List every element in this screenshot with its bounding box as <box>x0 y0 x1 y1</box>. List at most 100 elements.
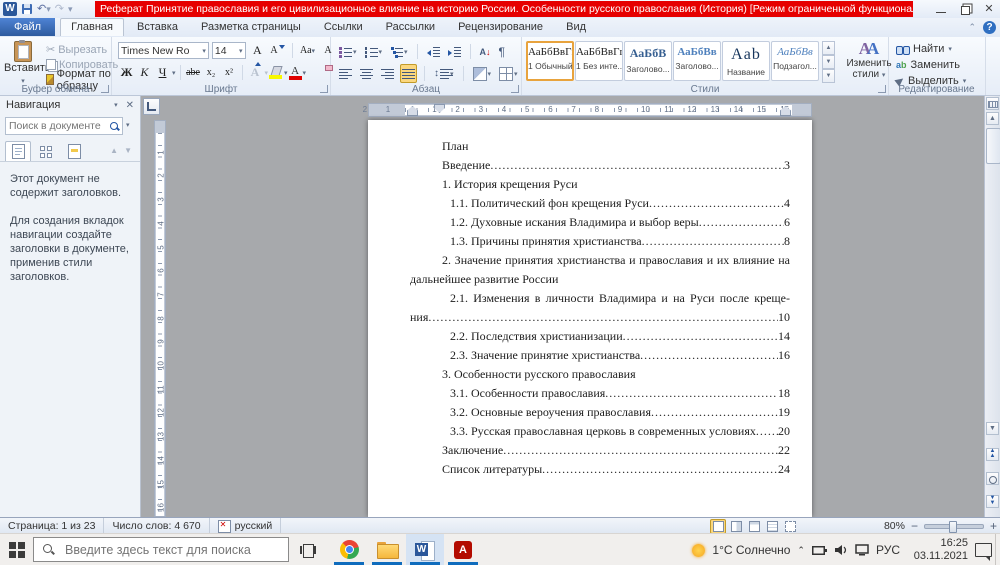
word-count[interactable]: Число слов: 4 670 <box>104 518 209 534</box>
close-button[interactable]: ✕ <box>982 3 996 15</box>
draft-view-icon[interactable] <box>782 519 798 534</box>
nav-tab-pages[interactable] <box>33 141 59 162</box>
styles-scroll-up-icon[interactable]: ▲ <box>822 41 835 55</box>
zoom-in-icon[interactable]: + <box>990 520 997 532</box>
highlight-caret-icon[interactable]: ▾ <box>284 69 288 77</box>
zoom-slider-thumb[interactable] <box>949 521 957 533</box>
underline-caret-icon[interactable]: ▾ <box>172 69 176 77</box>
subscript-button[interactable]: x₂ <box>203 64 220 81</box>
style-card-heading1[interactable]: АаБбВ Заголово... <box>624 41 672 81</box>
browse-object-icon[interactable] <box>986 472 999 485</box>
multilevel-list-button[interactable]: ▾ <box>388 42 410 61</box>
nav-next-icon[interactable]: ▼ <box>124 146 132 155</box>
strikethrough-button[interactable]: abe <box>185 64 202 81</box>
print-layout-view-icon[interactable] <box>710 519 726 534</box>
font-size-select[interactable]: 14▾ <box>212 42 246 59</box>
shading-button[interactable]: ▾ <box>471 64 494 83</box>
taskbar-search-input[interactable] <box>63 542 280 558</box>
next-page-icon[interactable]: ▼▼ <box>986 495 999 508</box>
scroll-up-icon[interactable]: ▲ <box>986 112 999 125</box>
tab-view[interactable]: Вид <box>556 18 596 35</box>
nav-prev-icon[interactable]: ▲ <box>110 146 118 155</box>
network-icon[interactable] <box>855 544 869 556</box>
taskbar-explorer[interactable] <box>368 534 406 565</box>
navigation-menu-icon[interactable]: ▾ <box>114 101 118 109</box>
tab-home[interactable]: Главная <box>60 18 124 36</box>
minimize-ribbon-icon[interactable]: ⌃ <box>968 22 976 33</box>
highlight-button[interactable] <box>269 65 283 80</box>
clipboard-dialog-launcher-icon[interactable] <box>101 85 109 93</box>
cut-button[interactable]: ✂Вырезать <box>44 42 120 57</box>
word-logo-icon[interactable]: W <box>3 2 17 16</box>
zoom-slider[interactable] <box>924 524 984 529</box>
nav-tab-results[interactable] <box>61 141 87 162</box>
align-right-button[interactable] <box>379 64 396 83</box>
bullets-button[interactable]: ▾ <box>337 42 359 61</box>
zoom-out-icon[interactable]: − <box>911 520 918 532</box>
style-card-heading2[interactable]: АаБбВв Заголово... <box>673 41 721 81</box>
tab-mailings[interactable]: Рассылки <box>376 18 445 35</box>
style-card-title[interactable]: Аab Название <box>722 41 770 81</box>
paste-button[interactable]: Вставить ▾ <box>4 41 42 89</box>
find-button[interactable]: Найти▾ <box>896 43 952 55</box>
line-spacing-button[interactable]: ↕▾ <box>432 64 456 83</box>
change-case-button[interactable]: Аа▾ <box>299 42 316 59</box>
tab-stop-selector[interactable] <box>143 98 160 115</box>
web-layout-view-icon[interactable] <box>746 519 762 534</box>
decrease-indent-button[interactable] <box>425 42 442 61</box>
taskbar-chrome[interactable] <box>330 534 368 565</box>
navigation-search-box[interactable] <box>5 117 123 135</box>
redo-icon[interactable]: ↷ <box>55 2 64 16</box>
input-language[interactable]: РУС <box>876 543 900 557</box>
undo-icon[interactable]: ↶▾ <box>37 2 51 16</box>
sort-button[interactable]: А↓ <box>478 42 493 61</box>
ruler-toggle-icon[interactable] <box>986 97 999 110</box>
paragraph-dialog-launcher-icon[interactable] <box>511 85 519 93</box>
scroll-down-icon[interactable]: ▼ <box>986 422 999 435</box>
document-page[interactable]: ПланВведение............................… <box>368 120 812 517</box>
nav-tab-headings[interactable] <box>5 141 31 162</box>
font-name-select[interactable]: Times New Ro▾ <box>118 42 209 59</box>
taskbar-word[interactable]: W <box>406 534 444 565</box>
previous-page-icon[interactable]: ▲▲ <box>986 448 999 461</box>
align-center-button[interactable] <box>358 64 375 83</box>
underline-button[interactable]: Ч <box>154 64 171 81</box>
language-indicator[interactable]: русский <box>210 518 282 534</box>
numbering-button[interactable]: ▾ <box>363 42 385 61</box>
clock[interactable]: 16:25 03.11.2021 <box>914 537 968 563</box>
weather-text[interactable]: 1°C Солнечно <box>712 543 790 557</box>
style-card-no-spacing[interactable]: АаБбВвГг, 1 Без инте... <box>575 41 623 81</box>
navigation-search-caret-icon[interactable]: ▾ <box>126 121 130 129</box>
styles-scroll-down-icon[interactable]: ▼ <box>822 55 835 69</box>
shrink-font-button[interactable]: А <box>269 42 286 59</box>
font-color-caret-icon[interactable]: ▾ <box>303 69 307 77</box>
justify-button[interactable] <box>400 64 417 83</box>
font-color-button[interactable]: А <box>289 65 302 80</box>
page-indicator[interactable]: Страница: 1 из 23 <box>0 518 104 534</box>
taskbar-search-box[interactable] <box>33 537 289 562</box>
help-icon[interactable]: ? <box>983 21 996 34</box>
navigation-close-icon[interactable]: ✕ <box>126 100 134 111</box>
zoom-level[interactable]: 80% <box>884 520 905 532</box>
styles-gallery-more-icon[interactable]: ▼ <box>822 69 835 83</box>
increase-indent-button[interactable] <box>446 42 463 61</box>
search-icon[interactable] <box>109 121 120 132</box>
hidden-icons-chevron[interactable]: ⌃ <box>797 545 805 556</box>
style-card-normal[interactable]: АаБбВвГг, 1 Обычный <box>526 41 574 81</box>
tab-page-layout[interactable]: Разметка страницы <box>191 18 311 35</box>
text-effects-button[interactable]: А <box>247 64 264 81</box>
outline-view-icon[interactable] <box>764 519 780 534</box>
align-left-button[interactable] <box>337 64 354 83</box>
style-card-subtitle[interactable]: АаБбВв Подзагол... <box>771 41 819 81</box>
action-center-icon[interactable] <box>975 543 992 557</box>
qat-customize-icon[interactable]: ▾ <box>68 4 73 15</box>
start-button[interactable] <box>9 542 25 558</box>
tab-review[interactable]: Рецензирование <box>448 18 553 35</box>
task-view-icon[interactable] <box>300 542 316 558</box>
scrollbar-thumb[interactable] <box>986 128 1000 164</box>
font-dialog-launcher-icon[interactable] <box>320 85 328 93</box>
restore-button[interactable] <box>958 3 972 15</box>
taskbar-acrobat[interactable]: A <box>444 534 482 565</box>
tab-insert[interactable]: Вставка <box>127 18 188 35</box>
save-icon[interactable] <box>21 3 33 15</box>
